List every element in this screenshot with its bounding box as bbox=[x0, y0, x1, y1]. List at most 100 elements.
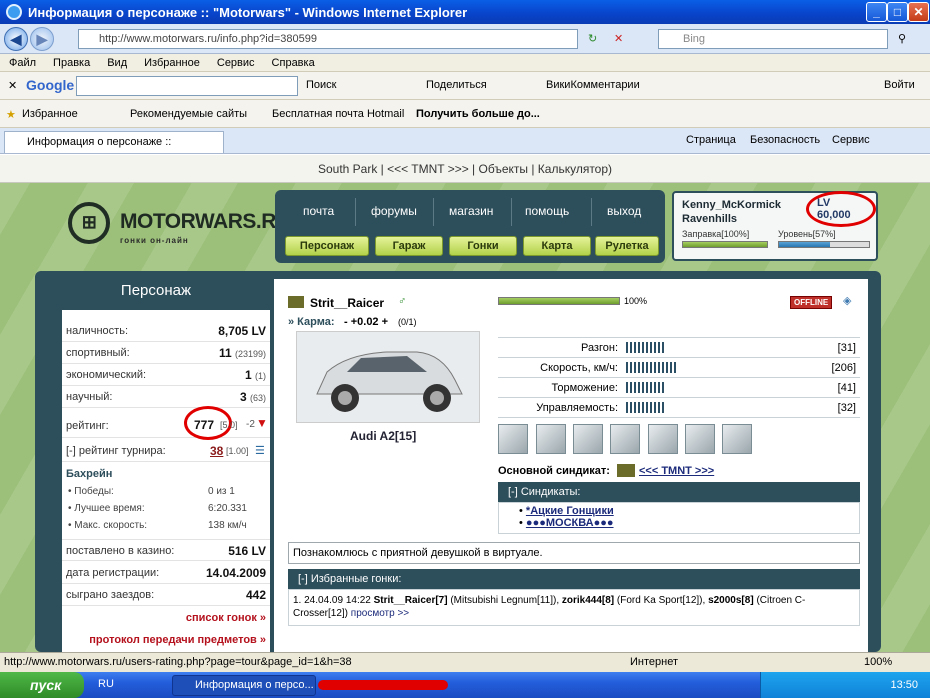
start-button[interactable]: пуск bbox=[0, 672, 84, 698]
part-brake-icon[interactable] bbox=[610, 424, 640, 454]
menu-file[interactable]: Файл bbox=[9, 57, 36, 69]
share-button[interactable]: Поделиться bbox=[426, 79, 487, 91]
syndicates-header[interactable]: [-] Синдикаты: bbox=[498, 482, 860, 502]
menu-view[interactable]: Вид bbox=[107, 57, 127, 69]
stat-row-science: научный: 3 (63) bbox=[62, 386, 270, 408]
nav-races-button[interactable]: Гонки bbox=[449, 236, 517, 256]
part-gearbox-icon[interactable] bbox=[685, 424, 715, 454]
diamond-icon[interactable]: ◈ bbox=[843, 294, 851, 307]
main-nav: почта форумы магазин помощь выход Персон… bbox=[275, 190, 665, 263]
security-menu[interactable]: Безопасность bbox=[750, 134, 820, 146]
part-tire-icon[interactable] bbox=[536, 424, 566, 454]
user-name[interactable]: Kenny_McKormick bbox=[682, 199, 781, 211]
tab-active[interactable]: Информация о персонаже :: "Motorwars" bbox=[4, 131, 224, 168]
races-list-link[interactable]: список гонок » bbox=[186, 612, 266, 624]
track-name: Бахрейн bbox=[66, 468, 113, 480]
tab-row: Информация о персонаже :: "Motorwars" Ст… bbox=[0, 128, 930, 168]
progress-label: 100% bbox=[624, 296, 648, 306]
nav-roulette-button[interactable]: Рулетка bbox=[595, 236, 659, 256]
web-page: South Park | <<< TMNT >>> | Объекты | Ка… bbox=[0, 155, 930, 652]
tour-rating-link[interactable]: 38 bbox=[210, 444, 223, 458]
syndicates-list: • *Ацкие Гонщики • ●●●МОСКВА●●● bbox=[498, 502, 860, 534]
menu-edit[interactable]: Правка bbox=[53, 57, 90, 69]
stat-row-tour: [-] рейтинг турнира: 38 [1.00] ☰ bbox=[62, 440, 270, 462]
address-input[interactable]: http://www.motorwars.ru/info.php?id=3805… bbox=[78, 29, 578, 49]
syndicate-icon bbox=[617, 464, 635, 477]
hotmail-link[interactable]: Бесплатная почта Hotmail bbox=[272, 108, 404, 120]
protocol-link[interactable]: протокол передачи предметов » bbox=[89, 634, 266, 646]
top-links[interactable]: South Park | <<< TMNT >>> | Объекты | Ка… bbox=[0, 155, 930, 183]
part-turbo-icon[interactable] bbox=[722, 424, 752, 454]
stat-row-races: сыграно заездов: 442 bbox=[62, 584, 270, 606]
status-bar: http://www.motorwars.ru/users-rating.php… bbox=[0, 652, 930, 672]
favorites-bar: ★ Избранное Рекомендуемые сайты Бесплатн… bbox=[0, 100, 930, 128]
fuel-label: Заправка[100%] bbox=[682, 229, 750, 239]
status-url: http://www.motorwars.ru/users-rating.php… bbox=[4, 656, 352, 668]
google-toolbar: ✕ Google Поиск Поделиться ВикиКомментари… bbox=[0, 72, 930, 100]
user-money: LV 60,000 bbox=[806, 191, 876, 227]
service-menu[interactable]: Сервис bbox=[832, 134, 870, 146]
about-text: Познакомлюсь с приятной девушкой в вирту… bbox=[288, 542, 860, 564]
window-titlebar: Информация о персонаже :: "Motorwars" - … bbox=[0, 0, 930, 24]
stat-row-regdate: дата регистрации: 14.04.2009 bbox=[62, 562, 270, 584]
player-name[interactable]: Strit__Raicer bbox=[310, 296, 384, 310]
nav-exit[interactable]: выход bbox=[607, 204, 641, 218]
fuel-bar bbox=[682, 241, 768, 248]
male-icon: ♂ bbox=[398, 295, 407, 307]
maximize-button[interactable]: □ bbox=[887, 2, 908, 22]
taskbar-window[interactable]: Информация о персо... bbox=[172, 675, 316, 696]
part-exhaust-icon[interactable] bbox=[573, 424, 603, 454]
fav-races-header[interactable]: [-] Избранные гонки: bbox=[288, 569, 860, 589]
redacted-mark bbox=[318, 680, 448, 690]
login-button[interactable]: Войти bbox=[884, 79, 915, 91]
menu-tools[interactable]: Сервис bbox=[217, 57, 255, 69]
syndicate-link-1[interactable]: *Ацкие Гонщики bbox=[526, 505, 614, 517]
nav-map-button[interactable]: Карта bbox=[523, 236, 591, 256]
nav-character-button[interactable]: Персонаж bbox=[285, 236, 369, 256]
part-suspension-icon[interactable] bbox=[498, 424, 528, 454]
more-addons-link[interactable]: Получить больше до... bbox=[416, 108, 540, 120]
wiki-button[interactable]: ВикиКомментарии bbox=[546, 79, 640, 91]
page-menu[interactable]: Страница bbox=[686, 134, 736, 146]
chart-icon[interactable]: ☰ bbox=[255, 444, 265, 457]
parts-row bbox=[498, 424, 760, 456]
address-toolbar: ◀ ▶ http://www.motorwars.ru/info.php?id=… bbox=[0, 24, 930, 54]
car-stats: Разгон: [31] Скорость, км/ч: [206] Торможе… bbox=[498, 337, 860, 419]
syndicate-link-2[interactable]: ●●●МОСКВА●●● bbox=[526, 517, 614, 529]
nav-shop[interactable]: магазин bbox=[449, 204, 493, 218]
menu-favorites[interactable]: Избранное bbox=[144, 57, 200, 69]
user-panel: Kenny_McKormick Ravenhills LV 60,000 Зап… bbox=[672, 191, 878, 261]
minimize-button[interactable]: _ bbox=[866, 2, 887, 22]
part-engine-icon[interactable] bbox=[648, 424, 678, 454]
back-button[interactable]: ◀ bbox=[4, 27, 28, 51]
car-image bbox=[296, 331, 480, 423]
logo-emblem-icon: ⊞ bbox=[68, 202, 110, 244]
menu-help[interactable]: Справка bbox=[272, 57, 315, 69]
language-indicator[interactable]: RU bbox=[98, 678, 114, 690]
arrow-down-icon: ▼ bbox=[256, 416, 268, 430]
zoom-level[interactable]: 100% bbox=[864, 653, 892, 672]
nav-garage-button[interactable]: Гараж bbox=[375, 236, 443, 256]
nav-help[interactable]: помощь bbox=[525, 204, 569, 218]
stop-icon[interactable]: ✕ bbox=[614, 32, 623, 45]
google-search-button[interactable]: Поиск bbox=[306, 79, 336, 91]
rating-value[interactable]: 777 bbox=[194, 418, 214, 432]
stat-row-rating: рейтинг: 777 [5.0] -2 ▼ bbox=[62, 406, 270, 440]
rec-sites-link[interactable]: Рекомендуемые сайты bbox=[130, 108, 247, 120]
refresh-icon[interactable]: ↻ bbox=[588, 32, 597, 45]
favorites-button[interactable]: Избранное bbox=[22, 108, 78, 120]
close-toolbar-icon[interactable]: ✕ bbox=[8, 79, 17, 92]
nav-forums[interactable]: форумы bbox=[371, 204, 417, 218]
car-name[interactable]: Audi A2[15] bbox=[350, 429, 416, 443]
close-button[interactable]: ✕ bbox=[908, 2, 929, 22]
character-sidebar: наличность: 8,705 LV спортивный: 11 (23199… bbox=[62, 310, 270, 652]
level-bar bbox=[778, 241, 870, 248]
race-view-link[interactable]: просмотр >> bbox=[351, 608, 409, 619]
forward-button[interactable]: ▶ bbox=[30, 27, 54, 51]
search-input[interactable]: Bing bbox=[658, 29, 888, 49]
main-syndicate-link[interactable]: <<< TMNT >>> bbox=[639, 465, 714, 477]
google-search-input[interactable] bbox=[76, 76, 298, 96]
search-icon[interactable]: ⚲ bbox=[898, 32, 906, 45]
nav-mail[interactable]: почта bbox=[303, 204, 334, 218]
user-city: Ravenhills bbox=[682, 213, 738, 225]
